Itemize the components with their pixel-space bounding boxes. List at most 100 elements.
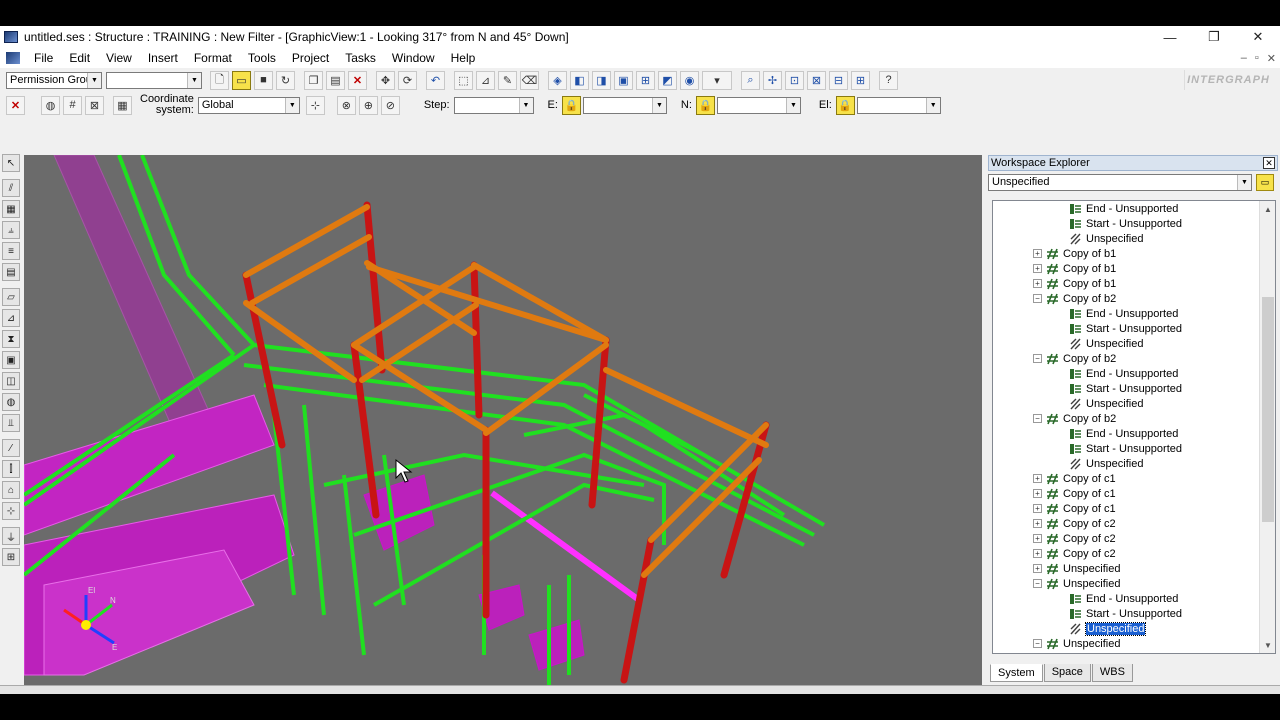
system-tree[interactable]: ▲ ▼ End - Unsupported Start - Unsupported… xyxy=(992,200,1276,654)
tree-item[interactable]: − Unspecified xyxy=(1033,636,1120,651)
restore-button[interactable]: ❐ xyxy=(1192,26,1236,48)
tree-item[interactable]: Unspecified xyxy=(1069,456,1143,471)
save-button[interactable]: ■ xyxy=(254,70,273,90)
paste-button[interactable]: ▤ xyxy=(326,70,345,90)
move-button[interactable]: ✥ xyxy=(376,70,395,90)
tree-item[interactable]: End - Unsupported xyxy=(1069,366,1178,381)
minimize-button[interactable]: — xyxy=(1148,26,1192,48)
place-handrail-tool[interactable]: ⫫ xyxy=(2,414,20,432)
menu-tasks[interactable]: Tasks xyxy=(337,51,384,65)
explorer-filter-select[interactable]: Unspecified ▼ xyxy=(988,174,1252,191)
place-member-tool[interactable]: ⫽ xyxy=(2,179,20,197)
place-equipment-tool[interactable]: ▣ xyxy=(2,351,20,369)
view-cube-button[interactable]: ▣ xyxy=(614,70,633,90)
tree-item[interactable]: − Copy of b2 xyxy=(1033,351,1116,366)
undo-button[interactable]: ↶ xyxy=(426,70,445,90)
scroll-up-arrow[interactable]: ▲ xyxy=(1260,201,1275,217)
place-frame-tool[interactable]: ▦ xyxy=(2,200,20,218)
el-lock-button[interactable]: 🔒 xyxy=(835,95,855,115)
document-icon[interactable] xyxy=(6,52,20,64)
expand-icon[interactable]: + xyxy=(1033,249,1042,258)
expand-icon[interactable]: + xyxy=(1033,519,1042,528)
tree-item[interactable]: + Unspecified xyxy=(1033,561,1120,576)
tree-item[interactable]: Start - Unsupported xyxy=(1069,321,1182,336)
menu-file[interactable]: File xyxy=(26,51,61,65)
e-lock-button[interactable]: 🔒 xyxy=(561,95,581,115)
tree-item[interactable]: − Copy of b2 xyxy=(1033,291,1116,306)
place-member-button[interactable]: ✕ xyxy=(6,95,25,115)
rotate-button[interactable]: ⟳ xyxy=(398,70,417,90)
mdi-restore-button[interactable]: ▫ xyxy=(1255,52,1259,64)
tree-item[interactable]: Start - Unsupported xyxy=(1069,381,1182,396)
rotate-y-button[interactable]: ⊕ xyxy=(358,95,378,115)
place-roof-tool[interactable]: ⌂ xyxy=(2,481,20,499)
refresh-button[interactable]: ↻ xyxy=(276,70,295,90)
new-file-button[interactable]: 🗋 xyxy=(210,70,229,90)
el-coordinate-input[interactable]: ▼ xyxy=(856,96,941,114)
tree-item[interactable]: + Copy of b1 xyxy=(1033,261,1116,276)
mdi-close-button[interactable]: ✕ xyxy=(1267,52,1276,65)
place-plate-tool[interactable]: ▱ xyxy=(2,288,20,306)
fit-button[interactable]: ⊠ xyxy=(807,70,826,90)
common-views-button[interactable]: ⊟ xyxy=(829,70,848,90)
tree-item[interactable]: Start - Unsupported xyxy=(1069,441,1182,456)
clip-button[interactable]: ◩ xyxy=(658,70,677,90)
tree-item[interactable]: + Copy of c1 xyxy=(1033,471,1116,486)
expand-icon[interactable]: + xyxy=(1033,504,1042,513)
expand-icon[interactable]: + xyxy=(1033,489,1042,498)
close-button[interactable]: ✕ xyxy=(1236,26,1280,48)
tree-item[interactable]: + Copy of c1 xyxy=(1033,486,1116,501)
zoom-window-button[interactable]: ⊡ xyxy=(785,70,804,90)
rotate-x-button[interactable]: ⊗ xyxy=(336,95,356,115)
explorer-close-button[interactable]: ✕ xyxy=(1263,157,1275,169)
collapse-icon[interactable]: − xyxy=(1033,579,1042,588)
help-button[interactable]: ? xyxy=(879,70,898,90)
menu-help[interactable]: Help xyxy=(443,51,484,65)
collapse-icon[interactable]: − xyxy=(1033,414,1042,423)
view-iso-button[interactable]: ◈ xyxy=(548,70,567,90)
tree-item[interactable]: + Copy of b1 xyxy=(1033,246,1116,261)
tree-item[interactable]: End - Unsupported xyxy=(1069,201,1178,216)
tree-item[interactable]: Unspecified xyxy=(1069,396,1143,411)
collapse-icon[interactable]: − xyxy=(1033,354,1042,363)
menu-project[interactable]: Project xyxy=(284,51,337,65)
place-connection-tool[interactable]: ⊹ xyxy=(2,502,20,520)
selected-beam[interactable] xyxy=(490,490,641,603)
place-column-tool[interactable]: ⫿ xyxy=(2,460,20,478)
tree-item[interactable]: + Copy of c1 xyxy=(1033,501,1116,516)
tree-item[interactable]: − Unspecified xyxy=(1033,576,1120,591)
filter-select[interactable]: ▼ xyxy=(106,71,202,89)
tree-item[interactable]: + Copy of c2 xyxy=(1033,516,1116,531)
permission-group-select[interactable]: Permission Group ▼ xyxy=(6,71,102,89)
mdi-minimize-button[interactable]: – xyxy=(1241,52,1247,64)
place-platform-tool[interactable]: ⊞ xyxy=(2,548,20,566)
tree-item[interactable]: End - Unsupported xyxy=(1069,591,1178,606)
tree-scrollbar[interactable]: ▲ ▼ xyxy=(1259,201,1275,653)
expand-icon[interactable]: + xyxy=(1033,474,1042,483)
menu-format[interactable]: Format xyxy=(186,51,240,65)
e-coordinate-input[interactable]: ▼ xyxy=(582,96,667,114)
menu-view[interactable]: View xyxy=(98,51,140,65)
menu-window[interactable]: Window xyxy=(384,51,443,65)
zoom-button[interactable]: ⌕ xyxy=(741,70,760,90)
n-lock-button[interactable]: 🔒 xyxy=(695,95,715,115)
step-select[interactable]: ▼ xyxy=(453,96,534,114)
expand-icon[interactable]: + xyxy=(1033,549,1042,558)
place-slab-tool[interactable]: ≡ xyxy=(2,242,20,260)
place-foundation-tool[interactable]: ◫ xyxy=(2,372,20,390)
place-ladder-tool[interactable]: ⧗ xyxy=(2,330,20,348)
tree-item[interactable]: + Copy of c2 xyxy=(1033,531,1116,546)
tree-item[interactable]: Unspecified xyxy=(1069,336,1143,351)
expand-icon[interactable]: + xyxy=(1033,534,1042,543)
scroll-thumb[interactable] xyxy=(1262,297,1274,522)
menu-insert[interactable]: Insert xyxy=(140,51,186,65)
tab-wbs[interactable]: WBS xyxy=(1091,664,1133,682)
zoom-area-button[interactable]: ⊞ xyxy=(636,70,655,90)
expand-icon[interactable]: + xyxy=(1033,564,1042,573)
tree-item[interactable]: + Copy of c2 xyxy=(1033,546,1116,561)
view-elevation-button[interactable]: ◨ xyxy=(592,70,611,90)
expand-icon[interactable]: + xyxy=(1033,264,1042,273)
menu-tools[interactable]: Tools xyxy=(240,51,284,65)
measure-button[interactable]: ⊿ xyxy=(476,70,495,90)
properties-sheet-button[interactable]: ▦ xyxy=(113,95,132,115)
